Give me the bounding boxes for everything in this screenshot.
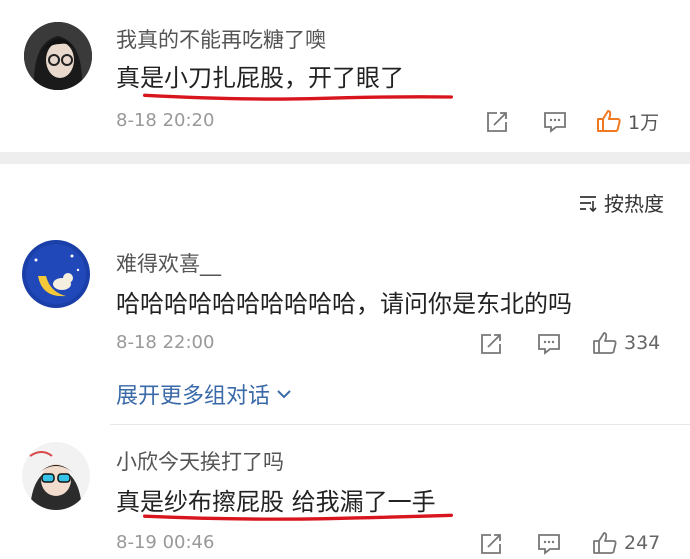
- like-button[interactable]: 1万: [596, 106, 659, 136]
- comment-icon: [538, 534, 560, 555]
- share-icon: [487, 112, 507, 132]
- like-icon: [597, 110, 621, 132]
- expand-label: 展开更多组对话: [116, 384, 271, 409]
- highlight-underline: [143, 93, 454, 101]
- like-button[interactable]: 247: [592, 528, 660, 558]
- comment-content: 哈哈哈哈哈哈哈哈哈哈，请问你是东北的吗: [116, 290, 572, 318]
- sort-icon: [580, 195, 597, 212]
- like-button[interactable]: 334: [592, 328, 660, 358]
- comment-time: 8-19 00:46: [116, 532, 215, 553]
- expand-replies-link[interactable]: 展开更多组对话: [116, 378, 292, 410]
- share-button[interactable]: [476, 330, 506, 358]
- like-count: 247: [624, 532, 661, 554]
- share-button[interactable]: [482, 108, 512, 136]
- avatar[interactable]: [22, 442, 90, 510]
- comment-button[interactable]: [534, 330, 564, 358]
- comment-username[interactable]: 小欣今天挨打了吗: [116, 446, 284, 476]
- comment-icon: [544, 112, 566, 133]
- comment-button[interactable]: [534, 530, 564, 558]
- avatar[interactable]: [22, 240, 90, 308]
- like-icon: [593, 532, 617, 554]
- comment-button[interactable]: [540, 108, 570, 136]
- share-icon: [481, 334, 501, 354]
- avatar-image: [22, 240, 90, 308]
- avatar-image: [22, 442, 90, 510]
- chevron-down-icon: [277, 390, 291, 399]
- comment-username[interactable]: 我真的不能再吃糖了噢: [116, 24, 326, 54]
- comment-content: 真是小刀扎屁股，开了眼了: [116, 64, 404, 92]
- comment-icon: [538, 334, 560, 355]
- share-icon: [481, 534, 501, 554]
- section-divider: [0, 152, 690, 164]
- avatar-image: [24, 22, 92, 90]
- like-count: 1万: [628, 111, 660, 134]
- avatar[interactable]: [24, 22, 92, 90]
- comment-username[interactable]: 难得欢喜__: [116, 248, 221, 278]
- comment-time: 8-18 20:20: [116, 110, 215, 131]
- like-icon: [593, 332, 617, 354]
- comment-separator: [110, 424, 690, 425]
- like-count: 334: [624, 332, 661, 354]
- highlight-underline: [143, 513, 454, 521]
- sort-control[interactable]: 按热度: [578, 188, 664, 217]
- comment-time: 8-18 22:00: [116, 332, 215, 353]
- sort-label: 按热度: [604, 192, 664, 216]
- share-button[interactable]: [476, 530, 506, 558]
